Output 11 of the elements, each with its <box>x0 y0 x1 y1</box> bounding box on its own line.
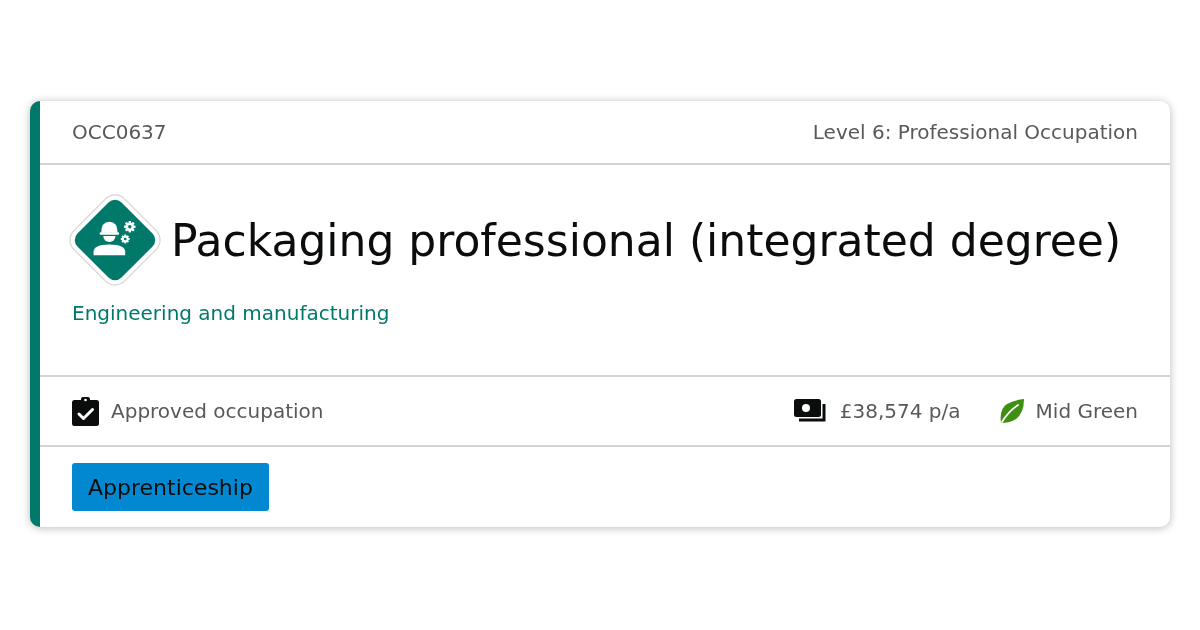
leaf-icon <box>998 398 1024 424</box>
status-text: Approved occupation <box>111 399 324 423</box>
occupation-level: Level 6: Professional Occupation <box>812 120 1138 144</box>
money-icon <box>793 398 828 424</box>
clipboard-check-icon <box>72 396 99 426</box>
type-tag: Apprenticeship <box>72 463 269 511</box>
environment-rating-text: Mid Green <box>1035 399 1138 423</box>
occupation-title: Packaging professional (integrated degree) <box>171 214 1122 266</box>
occupation-code: OCC0637 <box>72 120 167 144</box>
route-label: Engineering and manufacturing <box>72 301 390 325</box>
salary-text: £38,574 p/a <box>839 399 961 423</box>
